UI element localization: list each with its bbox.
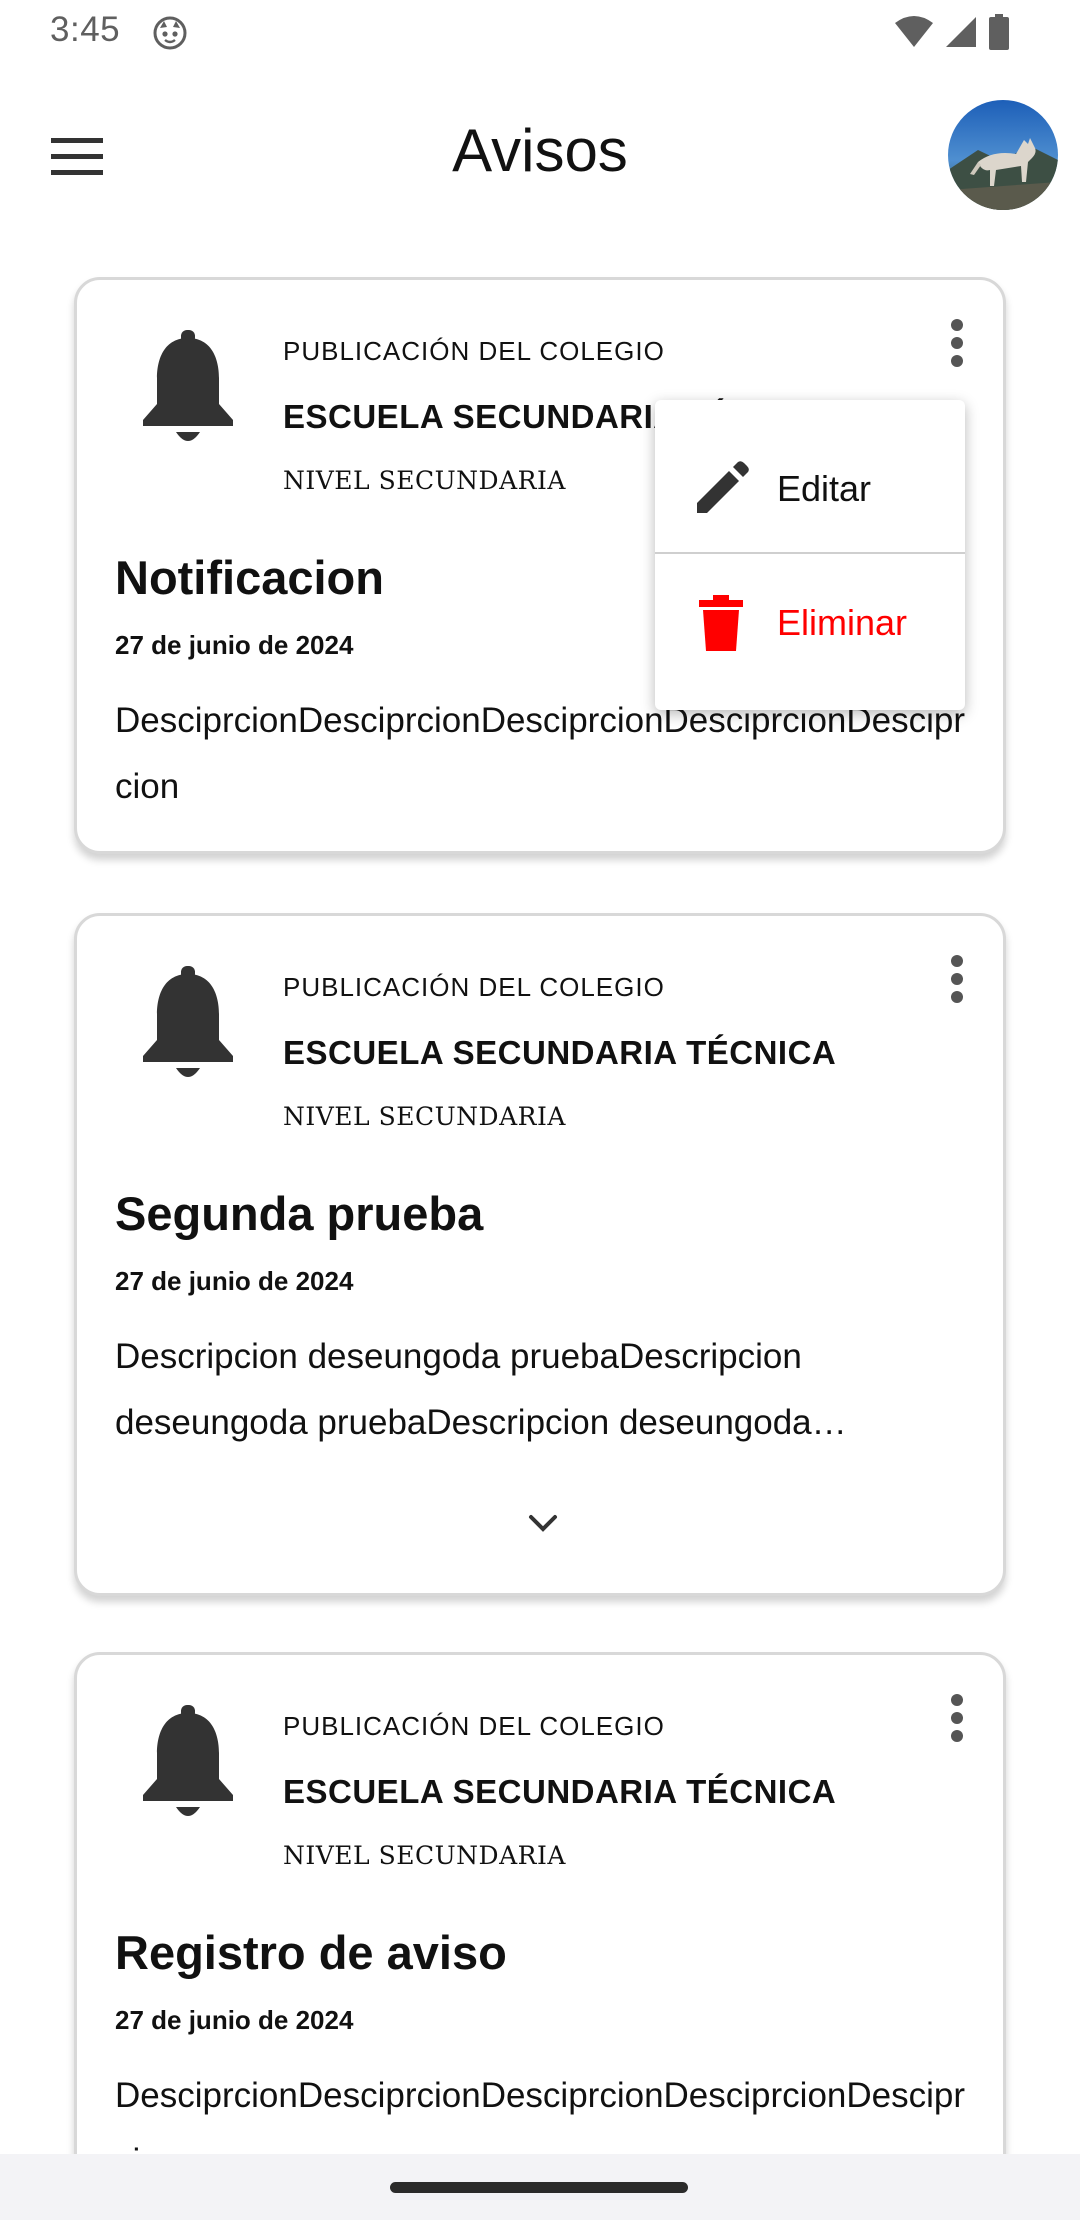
more-options-button[interactable] xyxy=(929,310,985,380)
delete-label: Eliminar xyxy=(777,602,908,643)
card-school: ESCUELA SECUNDARIA TÉCNICA xyxy=(283,1773,837,1810)
notice-card: PUBLICACIÓN DEL COLEGIO ESCUELA SECUNDAR… xyxy=(74,913,1006,1596)
screen: 3:45 Avisos PUBLICACIÓN DEL COLEGIO ESCU… xyxy=(0,0,1080,2220)
more-vert-icon xyxy=(950,318,964,372)
status-bar: 3:45 xyxy=(0,0,1080,64)
bell-icon xyxy=(135,966,241,1086)
battery-icon xyxy=(988,14,1010,55)
card-kicker: PUBLICACIÓN DEL COLEGIO xyxy=(283,972,665,1002)
card-title: Registro de aviso xyxy=(115,1926,507,1979)
card-kicker: PUBLICACIÓN DEL COLEGIO xyxy=(283,1711,665,1741)
card-title: Notificacion xyxy=(115,551,384,604)
navigation-bar xyxy=(0,2154,1080,2220)
chevron-down-icon xyxy=(528,1514,558,1539)
edit-menu-item[interactable]: Editar xyxy=(655,424,965,554)
bell-icon xyxy=(135,1705,241,1825)
app-bar: Avisos xyxy=(0,64,1080,240)
card-level: NIVEL SECUNDARIA xyxy=(283,1102,566,1131)
edit-label: Editar xyxy=(777,468,872,509)
app-notification-icon xyxy=(153,16,187,50)
menu-divider xyxy=(655,552,965,554)
avatar[interactable] xyxy=(948,100,1058,210)
home-indicator[interactable] xyxy=(390,2182,688,2193)
wifi-icon xyxy=(894,15,934,54)
card-title: Segunda prueba xyxy=(115,1187,484,1240)
more-options-button[interactable] xyxy=(929,946,985,1016)
card-school: ESCUELA SECUNDARIA TÉCNICA xyxy=(283,1034,837,1071)
card-level: NIVEL SECUNDARIA xyxy=(283,466,566,495)
card-date: 27 de junio de 2024 xyxy=(115,1266,354,1296)
card-date: 27 de junio de 2024 xyxy=(115,2005,354,2035)
more-vert-icon xyxy=(950,1693,964,1747)
status-indicators xyxy=(894,14,1010,55)
cell-signal-icon xyxy=(944,15,978,54)
card-description: Descripcion deseungoda pruebaDescripcion… xyxy=(115,1337,812,1442)
card-kicker: PUBLICACIÓN DEL COLEGIO xyxy=(283,336,665,366)
notice-card: PUBLICACIÓN DEL COLEGIO ESCUELA SECUNDAR… xyxy=(74,1652,1006,2220)
delete-menu-item[interactable]: Eliminar xyxy=(655,558,965,688)
more-options-button[interactable] xyxy=(929,1685,985,1755)
card-date: 27 de junio de 2024 xyxy=(115,630,354,660)
pencil-icon xyxy=(691,459,751,519)
trash-icon xyxy=(691,593,751,653)
options-popup-menu: Editar Eliminar xyxy=(655,400,965,710)
status-time: 3:45 xyxy=(50,10,121,49)
expand-button[interactable] xyxy=(503,1496,583,1556)
bell-icon xyxy=(135,330,241,450)
more-vert-icon xyxy=(950,954,964,1008)
card-level: NIVEL SECUNDARIA xyxy=(283,1841,566,1870)
page-title: Avisos xyxy=(452,117,628,184)
